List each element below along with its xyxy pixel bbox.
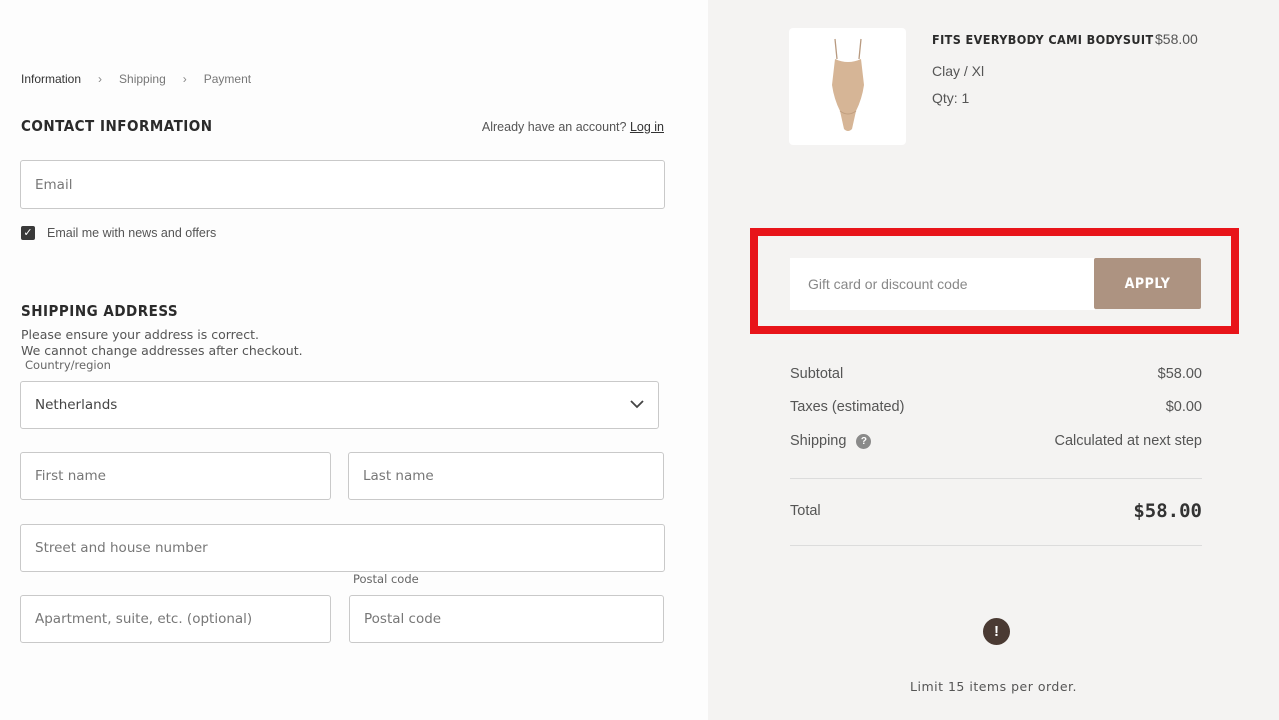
taxes-value: $0.00 bbox=[1165, 399, 1202, 415]
shipping-label: Shipping bbox=[790, 433, 847, 449]
postal-code-label: Postal code bbox=[353, 572, 419, 586]
subtotal-value: $58.00 bbox=[1157, 366, 1202, 382]
order-summary-panel: FITS EVERYBODY CAMI BODYSUIT $58.00 Clay… bbox=[708, 0, 1279, 720]
product-quantity: Qty: 1 bbox=[932, 90, 970, 106]
account-prompt-text: Already have an account? bbox=[481, 120, 627, 134]
checkout-form-panel: Information › Shipping › Payment CONTACT… bbox=[0, 0, 708, 720]
country-value: Netherlands bbox=[35, 397, 118, 413]
product-name: FITS EVERYBODY CAMI BODYSUIT bbox=[932, 32, 1154, 47]
breadcrumb-separator: › bbox=[98, 72, 103, 86]
address-hint-line-1: Please ensure your address is correct. bbox=[21, 327, 259, 342]
street-input[interactable] bbox=[35, 540, 650, 556]
last-name-field[interactable] bbox=[348, 452, 664, 500]
apply-discount-button[interactable]: APPLY bbox=[1094, 258, 1201, 309]
total-divider bbox=[790, 545, 1202, 546]
shipping-value: Calculated at next step bbox=[1054, 433, 1202, 449]
breadcrumb: Information › Shipping › Payment bbox=[21, 72, 251, 86]
taxes-row: Taxes (estimated) $0.00 bbox=[790, 399, 1202, 415]
apartment-input[interactable] bbox=[35, 611, 316, 627]
total-value: $58.00 bbox=[1133, 500, 1202, 522]
breadcrumb-separator: › bbox=[182, 72, 187, 86]
email-input[interactable] bbox=[35, 176, 650, 193]
postal-code-field[interactable] bbox=[349, 595, 664, 643]
help-question-icon[interactable]: ? bbox=[856, 433, 872, 449]
breadcrumb-shipping[interactable]: Shipping bbox=[119, 72, 166, 86]
email-field[interactable] bbox=[20, 160, 665, 209]
product-thumbnail bbox=[789, 28, 906, 145]
summary-divider bbox=[790, 478, 1202, 479]
shipping-label-group: Shipping? bbox=[790, 433, 872, 449]
newsletter-option[interactable]: ✓ Email me with news and offers bbox=[21, 226, 216, 240]
breadcrumb-information[interactable]: Information bbox=[21, 72, 81, 86]
country-label: Country/region bbox=[25, 358, 111, 372]
last-name-input[interactable] bbox=[363, 468, 649, 484]
newsletter-label: Email me with news and offers bbox=[47, 226, 217, 240]
exclamation-icon: ! bbox=[983, 618, 1010, 645]
discount-code-input[interactable] bbox=[806, 275, 1079, 293]
shipping-row: Shipping? Calculated at next step bbox=[790, 433, 1202, 449]
first-name-field[interactable] bbox=[20, 452, 331, 500]
account-prompt: Already have an account? Log in bbox=[482, 120, 664, 134]
login-link[interactable]: Log in bbox=[630, 120, 664, 134]
product-price: $58.00 bbox=[1155, 31, 1198, 47]
newsletter-checkbox[interactable]: ✓ bbox=[21, 226, 35, 240]
postal-code-input[interactable] bbox=[364, 611, 649, 627]
total-row: Total $58.00 bbox=[790, 500, 1202, 522]
first-name-input[interactable] bbox=[35, 468, 316, 484]
chevron-down-icon bbox=[630, 397, 644, 413]
subtotal-row: Subtotal $58.00 bbox=[790, 366, 1202, 382]
shipping-address-heading: SHIPPING ADDRESS bbox=[21, 302, 179, 320]
street-field[interactable] bbox=[20, 524, 665, 572]
order-limit-notice: Limit 15 items per order. bbox=[910, 679, 1077, 694]
address-hint-line-2: We cannot change addresses after checkou… bbox=[21, 343, 303, 358]
apartment-field[interactable] bbox=[20, 595, 331, 643]
subtotal-label: Subtotal bbox=[790, 366, 844, 382]
discount-code-field[interactable] bbox=[790, 258, 1095, 310]
bodysuit-image bbox=[831, 38, 864, 131]
breadcrumb-payment[interactable]: Payment bbox=[204, 72, 251, 86]
total-label: Total bbox=[790, 503, 821, 519]
country-select[interactable]: Netherlands bbox=[20, 381, 659, 429]
taxes-label: Taxes (estimated) bbox=[790, 399, 905, 415]
contact-information-heading: CONTACT INFORMATION bbox=[21, 117, 213, 135]
product-variant: Clay / Xl bbox=[932, 63, 985, 79]
